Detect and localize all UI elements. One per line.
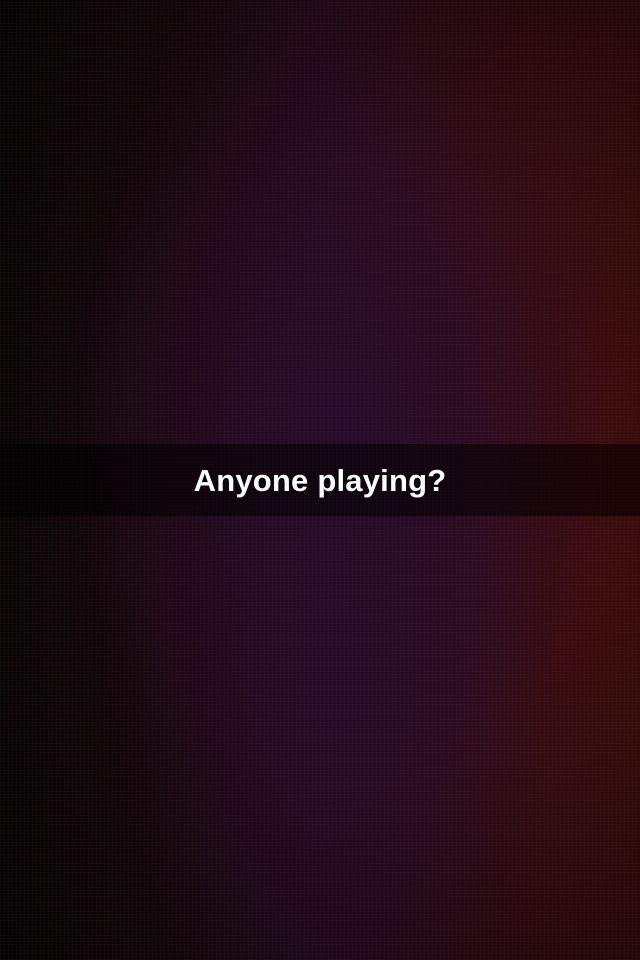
snap-caption-bar: Anyone playing? — [0, 444, 640, 516]
snap-caption-text: Anyone playing? — [193, 462, 447, 498]
